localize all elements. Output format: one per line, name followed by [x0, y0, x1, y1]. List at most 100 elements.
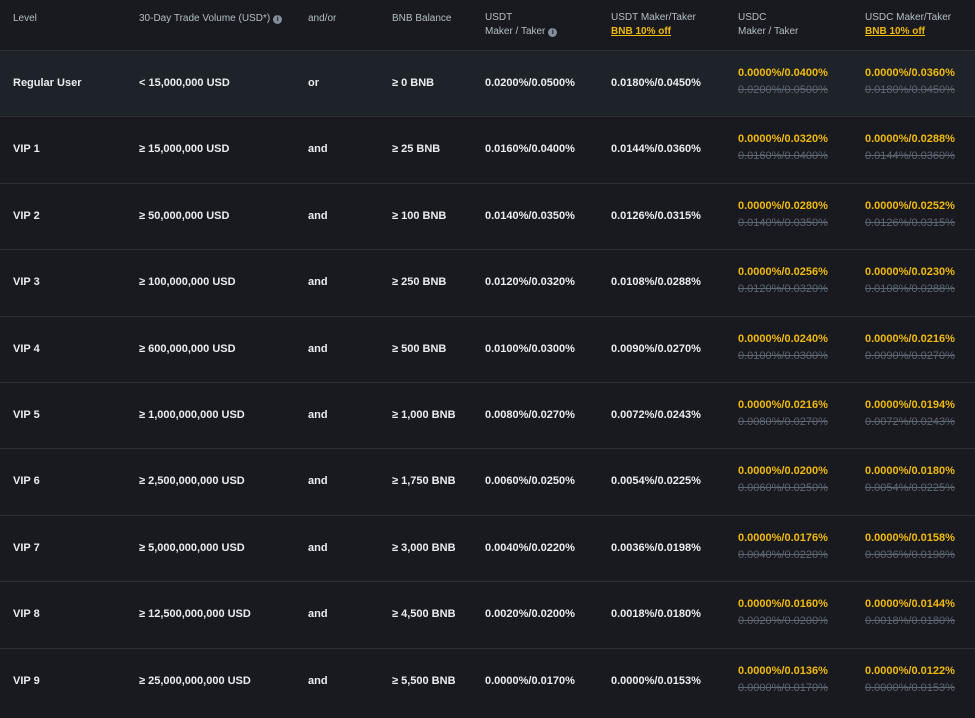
level-cell: VIP 9 [13, 674, 40, 687]
table-row: VIP 4 ≥ 600,000,000 USD and ≥ 500 BNB 0.0100… [0, 315, 975, 383]
bnb-discount-link[interactable]: BNB 10% off [611, 25, 696, 39]
level-cell: VIP 1 [13, 143, 40, 156]
usdt-fee-cell: 0.0160%/0.0400% [485, 143, 575, 156]
volume-cell: ≥ 1,000,000,000 USD [139, 409, 245, 421]
usdt-fee-cell: 0.0140%/0.0350% [485, 209, 575, 222]
usdc-fee-cell: 0.0000%/0.0200% 0.0060%/0.0250% [738, 463, 828, 497]
level-cell: Regular User [13, 77, 82, 89]
level-cell: VIP 3 [13, 276, 40, 289]
usdt-discount-fee-cell: 0.0090%/0.0270% [611, 342, 701, 355]
usdc-fee-cell: 0.0000%/0.0320% 0.0160%/0.0400% [738, 131, 828, 165]
table-row: VIP 9 ≥ 25,000,000,000 USD and ≥ 5,500 BNB 0… [0, 647, 975, 715]
info-icon[interactable]: i [273, 15, 283, 24]
usdc-fee-cell: 0.0000%/0.0400% 0.0200%/0.0500% [738, 65, 828, 99]
usdt-discount-fee-cell: 0.0144%/0.0360% [611, 143, 701, 156]
usdc-fee-new: 0.0000%/0.0176% [738, 531, 828, 544]
table-row: VIP 5 ≥ 1,000,000,000 USD and ≥ 1,000 BNB 0.… [0, 382, 975, 449]
usdc-discount-fee-old: 0.0054%/0.0225% [865, 482, 955, 495]
volume-cell: ≥ 5,000,000,000 USD [139, 541, 245, 554]
usdt-discount-fee-cell: 0.0000%/0.0153% [611, 674, 701, 687]
level-cell: VIP 5 [13, 409, 40, 421]
andor-cell: and [308, 541, 328, 554]
usdc-fee-old: 0.0060%/0.0250% [738, 482, 828, 495]
usdc-discount-fee-new: 0.0000%/0.0194% [865, 399, 955, 411]
usdc-discount-fee-old: 0.0018%/0.0180% [865, 615, 955, 628]
usdt-fee-cell: 0.0200%/0.0500% [485, 77, 575, 89]
usdt-discount-fee-cell: 0.0072%/0.0243% [611, 409, 701, 421]
andor-cell: and [308, 674, 328, 687]
usdc-fee-cell: 0.0000%/0.0160% 0.0020%/0.0200% [738, 596, 828, 630]
usdc-fee-new: 0.0000%/0.0200% [738, 465, 828, 478]
usdc-discount-fee-cell: 0.0000%/0.0288% 0.0144%/0.0360% [865, 131, 955, 165]
bnb-discount-link[interactable]: BNB 10% off [865, 25, 951, 39]
usdc-discount-fee-old: 0.0036%/0.0198% [865, 548, 955, 561]
header-usdc: USDC Maker / Taker [738, 11, 798, 39]
usdc-fee-cell: 0.0000%/0.0176% 0.0040%/0.0220% [738, 530, 828, 564]
bnb-balance-cell: ≥ 4,500 BNB [392, 608, 456, 621]
volume-cell: ≥ 2,500,000,000 USD [139, 475, 245, 488]
volume-cell: ≥ 100,000,000 USD [139, 276, 236, 289]
table-row: VIP 6 ≥ 2,500,000,000 USD and ≥ 1,750 BNB 0.… [0, 448, 975, 516]
header-usdt-line2: Maker / Taker [485, 26, 546, 37]
usdt-fee-cell: 0.0100%/0.0300% [485, 342, 575, 355]
usdc-discount-fee-cell: 0.0000%/0.0194% 0.0072%/0.0243% [865, 397, 955, 431]
andor-cell: and [308, 209, 328, 222]
info-icon[interactable]: i [548, 28, 558, 37]
usdc-fee-new: 0.0000%/0.0400% [738, 67, 828, 79]
usdc-discount-fee-old: 0.0090%/0.0270% [865, 349, 955, 362]
usdc-discount-fee-new: 0.0000%/0.0360% [865, 67, 955, 79]
table-row: VIP 1 ≥ 15,000,000 USD and ≥ 25 BNB 0.0160%/… [0, 116, 975, 184]
andor-cell: and [308, 475, 328, 488]
bnb-balance-cell: ≥ 1,000 BNB [392, 409, 456, 421]
andor-cell: and [308, 143, 328, 156]
volume-cell: ≥ 600,000,000 USD [139, 342, 236, 355]
header-andor-label: and/or [308, 13, 337, 24]
usdc-discount-fee-cell: 0.0000%/0.0230% 0.0108%/0.0288% [865, 264, 955, 298]
usdc-fee-cell: 0.0000%/0.0216% 0.0080%/0.0270% [738, 397, 828, 431]
bnb-balance-cell: ≥ 250 BNB [392, 276, 447, 289]
usdc-fee-old: 0.0140%/0.0350% [738, 216, 828, 229]
usdt-fee-cell: 0.0020%/0.0200% [485, 608, 575, 621]
usdt-fee-cell: 0.0060%/0.0250% [485, 475, 575, 488]
header-andor: and/or [308, 12, 336, 26]
andor-cell: and [308, 608, 328, 621]
usdc-fee-new: 0.0000%/0.0136% [738, 664, 828, 677]
header-bnb-balance-label: BNB Balance [392, 13, 452, 24]
usdt-fee-cell: 0.0000%/0.0170% [485, 674, 575, 687]
header-volume-label: 30-Day Trade Volume (USD*) [139, 13, 271, 24]
usdc-fee-old: 0.0000%/0.0170% [738, 681, 828, 694]
usdc-discount-fee-old: 0.0000%/0.0153% [865, 681, 955, 694]
usdc-discount-fee-new: 0.0000%/0.0252% [865, 199, 955, 212]
usdt-fee-cell: 0.0120%/0.0320% [485, 276, 575, 289]
andor-cell: or [308, 77, 319, 89]
usdt-discount-fee-cell: 0.0126%/0.0315% [611, 209, 701, 222]
fee-table: Level 30-Day Trade Volume (USD*) i and/or… [0, 0, 975, 718]
table-row: VIP 2 ≥ 50,000,000 USD and ≥ 100 BNB 0.0140%… [0, 182, 975, 250]
usdt-discount-fee-cell: 0.0180%/0.0450% [611, 77, 701, 89]
andor-cell: and [308, 409, 328, 421]
usdc-discount-fee-cell: 0.0000%/0.0252% 0.0126%/0.0315% [865, 198, 955, 232]
volume-cell: ≥ 15,000,000 USD [139, 143, 230, 156]
header-volume: 30-Day Trade Volume (USD*) i [139, 12, 283, 26]
bnb-balance-cell: ≥ 3,000 BNB [392, 541, 456, 554]
volume-cell: ≥ 12,500,000,000 USD [139, 608, 251, 621]
usdc-fee-cell: 0.0000%/0.0256% 0.0120%/0.0320% [738, 264, 828, 298]
bnb-balance-cell: ≥ 25 BNB [392, 143, 441, 156]
usdc-discount-fee-new: 0.0000%/0.0158% [865, 531, 955, 544]
usdc-fee-new: 0.0000%/0.0216% [738, 399, 828, 411]
usdt-discount-fee-cell: 0.0018%/0.0180% [611, 608, 701, 621]
bnb-balance-cell: ≥ 5,500 BNB [392, 674, 456, 687]
usdc-fee-new: 0.0000%/0.0320% [738, 133, 828, 146]
level-cell: VIP 7 [13, 541, 40, 554]
usdc-fee-cell: 0.0000%/0.0136% 0.0000%/0.0170% [738, 663, 828, 697]
usdc-fee-old: 0.0100%/0.0300% [738, 349, 828, 362]
level-cell: VIP 2 [13, 209, 40, 222]
usdc-discount-fee-old: 0.0144%/0.0360% [865, 150, 955, 163]
usdc-fee-old: 0.0160%/0.0400% [738, 150, 828, 163]
volume-cell: ≥ 25,000,000,000 USD [139, 674, 251, 687]
header-usdc-disc-line1: USDC Maker/Taker [865, 12, 952, 23]
volume-cell: < 15,000,000 USD [139, 77, 230, 89]
bnb-balance-cell: ≥ 100 BNB [392, 209, 447, 222]
usdc-discount-fee-new: 0.0000%/0.0288% [865, 133, 955, 146]
bnb-balance-cell: ≥ 1,750 BNB [392, 475, 456, 488]
